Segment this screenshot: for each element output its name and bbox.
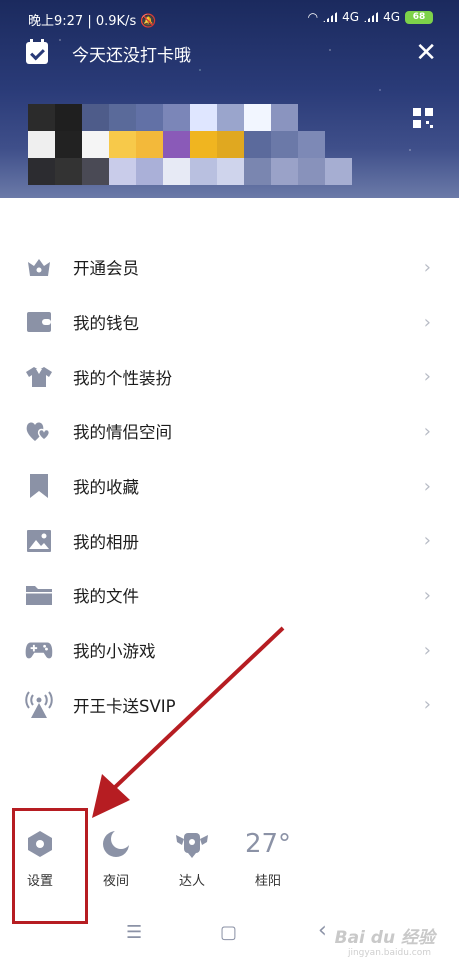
folder-icon	[25, 581, 53, 609]
weather-button[interactable]: 27° 桂阳	[238, 826, 298, 889]
watermark-url: jingyan.baidu.com	[347, 948, 431, 958]
network-type-1: 4G	[342, 10, 360, 24]
menu-item-files[interactable]: 我的文件 ›	[0, 568, 459, 623]
menu-item-couple[interactable]: 我的情侣空间 ›	[0, 404, 459, 459]
menu-label: 开通会员	[73, 259, 139, 279]
menu-label: 开王卡送SVIP	[73, 696, 176, 716]
menu-nav-icon[interactable]: ☰	[126, 922, 142, 943]
status-left: 晚上9:27 | 0.9K/s 🔕	[28, 14, 157, 29]
network-type-2: 4G	[383, 10, 400, 24]
menu-label: 我的小游戏	[73, 642, 156, 662]
winged-badge-icon	[162, 826, 222, 862]
chevron-right-icon: ›	[423, 256, 431, 278]
shirt-icon	[25, 363, 53, 391]
menu-item-album[interactable]: 我的相册 ›	[0, 513, 459, 568]
menu-label: 我的个性装扮	[73, 368, 172, 388]
chevron-right-icon: ›	[423, 311, 431, 333]
menu-item-minigames[interactable]: 我的小游戏 ›	[0, 623, 459, 678]
checkin-text: 今天还没打卡哦	[72, 45, 191, 66]
status-right: ◠ 4G 4G 68	[308, 10, 433, 24]
menu-item-favorites[interactable]: 我的收藏 ›	[0, 459, 459, 514]
chevron-right-icon: ›	[423, 366, 431, 388]
chevron-right-icon: ›	[423, 420, 431, 442]
menu-label: 我的文件	[73, 587, 139, 607]
talent-label: 达人	[178, 874, 205, 889]
network-speed: 0.9K/s	[95, 14, 137, 29]
mute-icon: 🔕	[140, 14, 157, 29]
menu-item-dressup[interactable]: 我的个性装扮 ›	[0, 349, 459, 404]
moon-icon	[86, 826, 146, 862]
menu-item-wallet[interactable]: 我的钱包 ›	[0, 295, 459, 350]
gamepad-icon	[25, 636, 53, 664]
battery-icon: 68	[405, 10, 433, 24]
chevron-right-icon: ›	[423, 530, 431, 552]
night-label: 夜间	[102, 874, 129, 889]
night-mode-button[interactable]: 夜间	[86, 826, 146, 889]
qr-code-icon[interactable]	[413, 108, 433, 128]
menu-item-vip[interactable]: 开通会员 ›	[0, 240, 459, 295]
menu-label: 我的相册	[73, 532, 139, 552]
status-bar: 晚上9:27 | 0.9K/s 🔕 ◠ 4G 4G 68	[0, 0, 459, 36]
chevron-right-icon: ›	[423, 584, 431, 606]
bookmark-icon	[25, 472, 53, 500]
baidu-watermark: Bai du 经验	[334, 928, 435, 948]
signal-icon-2	[364, 12, 379, 22]
broadcast-icon	[25, 691, 53, 719]
chevron-right-icon: ›	[423, 694, 431, 716]
signal-icon	[323, 12, 338, 22]
menu-label: 我的钱包	[73, 314, 139, 334]
menu-label: 我的收藏	[73, 478, 139, 498]
highlight-box	[12, 808, 88, 924]
chevron-right-icon: ›	[423, 639, 431, 661]
menu-label: 我的情侣空间	[73, 423, 172, 443]
talent-button[interactable]: 达人	[162, 826, 222, 889]
wifi-icon: ◠	[307, 10, 319, 24]
photo-icon	[25, 527, 53, 555]
back-nav-icon[interactable]: ‹	[318, 918, 327, 943]
profile-header: 晚上9:27 | 0.9K/s 🔕 ◠ 4G 4G 68 今天还没打卡哦 ✕	[0, 0, 459, 198]
wallet-icon	[25, 308, 53, 336]
home-nav-icon[interactable]: ▢	[220, 922, 237, 943]
checkin-banner[interactable]: 今天还没打卡哦 ✕	[26, 39, 437, 66]
calendar-check-icon	[26, 39, 48, 64]
temperature-value: 27°	[244, 829, 292, 859]
chevron-right-icon: ›	[423, 475, 431, 497]
pixelated-avatar	[28, 104, 352, 185]
menu-item-kingcard[interactable]: 开王卡送SVIP ›	[0, 678, 459, 733]
city-label: 桂阳	[254, 874, 281, 889]
hearts-icon	[25, 417, 53, 445]
crown-icon	[25, 253, 53, 281]
profile-info-mosaic[interactable]	[28, 104, 352, 192]
drawer-menu: 开通会员 › 我的钱包 › 我的个性装扮 › 我的情侣空间 › 我的收藏 › 我…	[0, 240, 459, 732]
close-icon[interactable]: ✕	[415, 40, 437, 66]
status-time: 晚上9:27	[28, 14, 84, 29]
